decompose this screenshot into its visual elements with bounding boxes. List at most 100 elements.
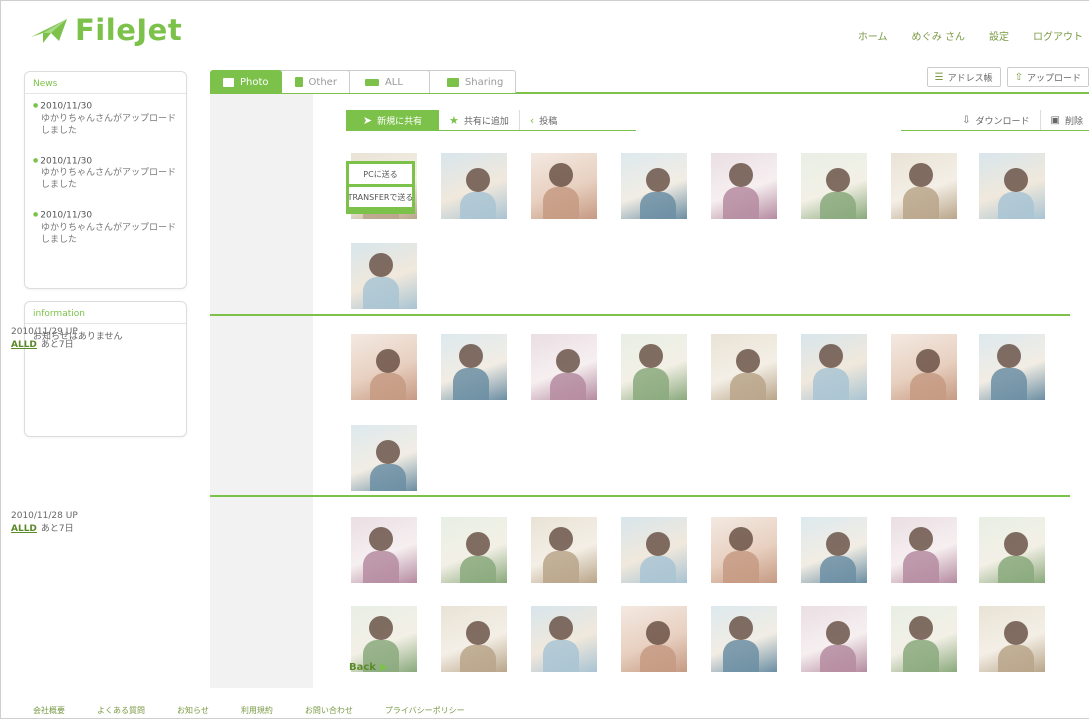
photo-subject-body (820, 645, 856, 672)
photo-thumbnail[interactable] (351, 517, 417, 583)
news-item[interactable]: 2010/11/30 ゆかりちゃんさんがアップロードしました (25, 94, 186, 137)
post-label: 投稿 (539, 116, 558, 127)
photo-subject-body (903, 551, 939, 583)
add-share-button[interactable]: ★ 共有に追加 (439, 110, 519, 130)
news-item[interactable]: 2010/11/30 ゆかりちゃんさんがアップロードしました (25, 191, 186, 246)
upload-icon: ⇧ (1014, 71, 1023, 83)
photo-subject (1004, 621, 1028, 645)
photo-thumbnail[interactable] (621, 334, 687, 400)
photo-thumbnail[interactable] (531, 517, 597, 583)
photo-thumbnail[interactable] (711, 606, 777, 672)
photo-subject (736, 349, 760, 373)
photo-thumbnail[interactable] (801, 153, 867, 219)
photo-subject-body (910, 373, 946, 400)
tab-other[interactable]: Other (275, 70, 350, 93)
post-icon: ‹ (529, 113, 535, 127)
upload-button[interactable]: ⇧ アップロード (1006, 67, 1089, 87)
tab-label: Sharing (464, 76, 504, 88)
send-transfer-option[interactable]: TRANSFERで送る (349, 187, 412, 207)
photo-thumbnail[interactable] (891, 517, 957, 583)
photo-thumbnail[interactable] (621, 606, 687, 672)
photo-thumbnail[interactable] (891, 334, 957, 400)
photo-thumbnail[interactable] (711, 517, 777, 583)
photo-thumbnail[interactable] (711, 153, 777, 219)
photo-subject-body (640, 645, 676, 672)
photo-subject-body (998, 192, 1034, 219)
photo-subject-body (633, 368, 669, 400)
section-date-2: 2010/11/28 UP ALLD あと7日 (11, 510, 78, 536)
share-dropdown-menu: PCに送る TRANSFERで送る (346, 161, 415, 214)
photo-thumbnail[interactable] (979, 517, 1045, 583)
new-share-label: 新規に共有 (377, 116, 423, 127)
photo-thumbnail[interactable] (621, 153, 687, 219)
footer-terms[interactable]: 利用規約 (241, 705, 273, 718)
post-button[interactable]: ‹ 投稿 (518, 110, 577, 130)
photo-thumbnail[interactable] (891, 153, 957, 219)
all-download-link[interactable]: ALLD (11, 524, 37, 534)
photo-thumbnail[interactable] (801, 517, 867, 583)
photo-subject-body (903, 187, 939, 219)
send-to-pc-option[interactable]: PCに送る (349, 164, 412, 184)
photo-thumbnail[interactable] (441, 606, 507, 672)
news-date: 2010/11/30 (33, 209, 178, 222)
address-book-button[interactable]: ☰ アドレス帳 (926, 67, 1001, 87)
new-share-button[interactable]: ➤ 新規に共有 (346, 110, 439, 130)
photo-subject (729, 616, 753, 640)
photo-thumbnail[interactable] (441, 334, 507, 400)
news-item[interactable]: 2010/11/30 ゆかりちゃんさんがアップロードしました (25, 137, 186, 192)
photo-subject (909, 616, 933, 640)
photo-subject-body (363, 277, 399, 309)
trash-icon: ▣ (1050, 114, 1060, 126)
tab-sharing[interactable]: Sharing (423, 70, 517, 93)
footer-contact[interactable]: お問い合わせ (305, 705, 353, 718)
photo-thumbnail[interactable] (351, 334, 417, 400)
tab-all[interactable]: ALL (343, 70, 430, 93)
footer-faq[interactable]: よくある質問 (97, 705, 145, 718)
delete-button[interactable]: ▣ 削除 (1039, 110, 1089, 130)
all-download-link[interactable]: ALLD (11, 340, 37, 350)
nav-logout[interactable]: ログアウト (1033, 28, 1083, 43)
information-title: information (25, 302, 186, 324)
photo-thumbnail[interactable] (979, 606, 1045, 672)
footer-privacy[interactable]: プライバシーポリシー (385, 705, 465, 718)
photo-thumbnail[interactable] (801, 606, 867, 672)
nav-user[interactable]: めぐみ さん (912, 28, 965, 43)
nav-home[interactable]: ホーム (858, 28, 888, 43)
photo-subject-body (543, 640, 579, 672)
photo-thumbnail[interactable] (801, 334, 867, 400)
photo-thumbnail[interactable] (621, 517, 687, 583)
photo-subject-body (998, 556, 1034, 583)
file-actions: ⇩ ダウンロード ▣ 削除 (952, 110, 1089, 130)
photo-thumbnail[interactable] (531, 334, 597, 400)
photo-thumbnail[interactable] (351, 425, 417, 491)
photo-subject (916, 349, 940, 373)
photo-thumbnail[interactable] (891, 606, 957, 672)
download-button[interactable]: ⇩ ダウンロード (952, 110, 1039, 130)
photo-thumbnail[interactable] (441, 517, 507, 583)
photo-thumbnail[interactable] (531, 606, 597, 672)
back-link[interactable]: Back ▶ (349, 662, 388, 673)
delete-label: 削除 (1064, 116, 1083, 127)
photo-thumbnail[interactable] (979, 334, 1045, 400)
camera-icon (223, 77, 234, 87)
remaining-days: あと7日 (40, 524, 74, 534)
photo-thumbnail[interactable] (441, 153, 507, 219)
filejet-logo[interactable]: FileJet (29, 13, 182, 47)
photo-subject (909, 527, 933, 551)
footer-news[interactable]: お知らせ (177, 705, 209, 718)
photo-thumbnail[interactable] (351, 243, 417, 309)
back-label: Back (349, 662, 376, 673)
photo-thumbnail[interactable] (531, 153, 597, 219)
footer-company[interactable]: 会社概要 (33, 705, 65, 718)
photo-subject (369, 527, 393, 551)
news-date: 2010/11/30 (33, 100, 178, 113)
nav-settings[interactable]: 設定 (989, 28, 1009, 43)
actions-underline (901, 130, 1089, 131)
photo-subject-body (370, 373, 406, 400)
photo-thumbnail[interactable] (979, 153, 1045, 219)
photo-subject (646, 621, 670, 645)
tab-photo[interactable]: Photo (210, 70, 282, 93)
photo-subject (909, 163, 933, 187)
photo-subject-body (460, 645, 496, 672)
photo-thumbnail[interactable] (711, 334, 777, 400)
